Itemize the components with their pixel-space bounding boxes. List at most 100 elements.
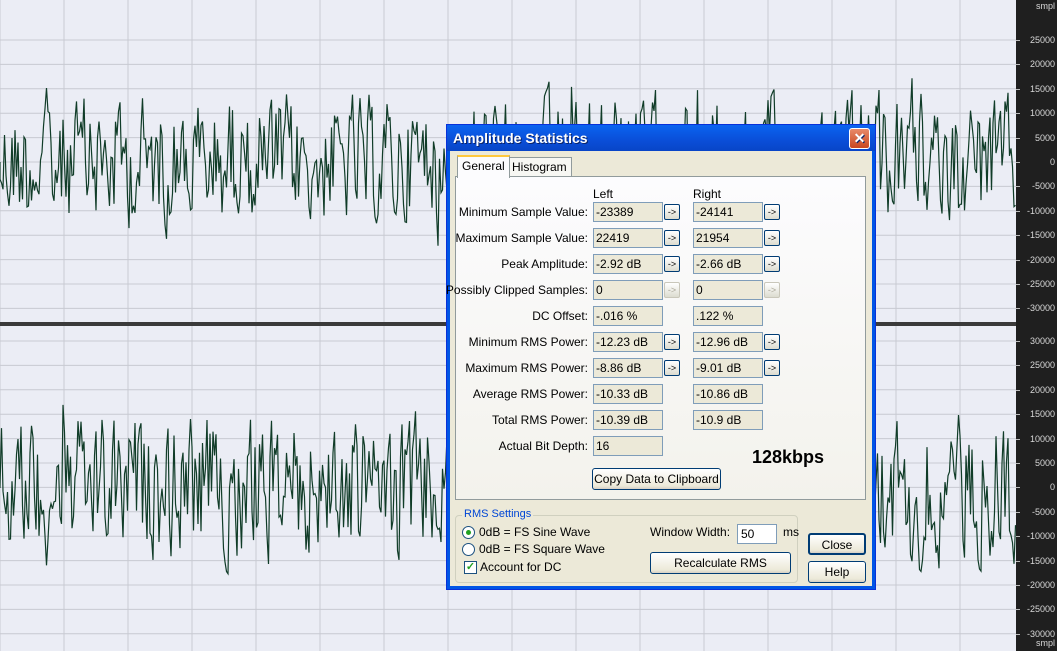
square-wave-label[interactable]: 0dB = FS Square Wave <box>479 542 605 556</box>
ruler-unit-top: smpl <box>1035 1 1055 11</box>
stat-value-right: -24141 <box>693 202 763 222</box>
stat-value-right: -9.01 dB <box>693 358 763 378</box>
ruler-bottom-tick-mark <box>1016 609 1020 611</box>
ruler-bottom-tick-label: 15000 <box>1029 409 1055 420</box>
go-to-sample-button[interactable]: -> <box>764 230 780 246</box>
stat-row-label: Possibly Clipped Samples: <box>445 283 588 297</box>
ruler-top-tick-label: -15000 <box>1026 230 1055 241</box>
stat-value-left: 22419 <box>593 228 663 248</box>
ruler-top-tick-mark <box>1016 137 1020 139</box>
stat-row-label: Maximum RMS Power: <box>465 361 588 375</box>
go-to-sample-button[interactable]: -> <box>764 360 780 376</box>
stat-value-right: -2.66 dB <box>693 254 763 274</box>
ruler-bottom-tick-label: -15000 <box>1026 555 1055 566</box>
recalculate-rms-button[interactable]: Recalculate RMS <box>650 552 791 574</box>
ruler-top-tick-mark <box>1016 210 1020 212</box>
ruler-top-tick-label: -30000 <box>1026 303 1055 314</box>
stat-value-right: -12.96 dB <box>693 332 763 352</box>
bitrate-label: 128kbps <box>752 447 825 467</box>
ruler-bottom-tick-mark <box>1016 585 1020 586</box>
column-header-right: Right <box>693 187 722 201</box>
ruler-bottom-tick-label: 30000 <box>1029 336 1055 346</box>
ruler-bottom-tick-label: 0 <box>1049 482 1055 493</box>
close-button[interactable]: Close <box>808 533 866 555</box>
go-to-sample-button[interactable]: -> <box>664 360 680 376</box>
ruler-bottom-tick-mark <box>1016 536 1020 538</box>
go-to-sample-button[interactable]: -> <box>764 256 780 272</box>
ruler-bottom-tick-mark <box>1016 414 1020 416</box>
ruler-top-tick-label: -5000 <box>1031 181 1055 192</box>
sine-wave-label[interactable]: 0dB = FS Sine Wave <box>479 525 590 539</box>
ruler-top-tick-label: -10000 <box>1026 205 1055 216</box>
stat-row-label: Maximum Sample Value: <box>455 231 589 245</box>
window-width-label: Window Width: <box>650 525 731 539</box>
ruler-top-tick-mark <box>1016 40 1020 41</box>
ruler-top-tick-mark <box>1016 308 1020 310</box>
go-to-sample-button[interactable]: -> <box>664 256 680 272</box>
ruler-top-tick-label: 20000 <box>1029 59 1055 70</box>
stat-value-left: -23389 <box>593 202 663 222</box>
go-to-sample-button[interactable]: -> <box>664 282 680 298</box>
ruler-bottom-tick-label: -10000 <box>1026 531 1055 542</box>
stat-value-right: -10.9 dB <box>693 410 763 430</box>
rms-settings-group: RMS Settings 0dB = FS Sine Wave 0dB = FS… <box>455 508 799 583</box>
ruler-top-tick-mark <box>1016 284 1020 285</box>
stat-value-left: -12.23 dB <box>593 332 663 352</box>
ruler-bottom-tick-mark <box>1016 341 1020 342</box>
stat-value-right: 21954 <box>693 228 763 248</box>
ruler-bottom-tick-label: -20000 <box>1026 580 1055 590</box>
go-to-sample-button[interactable]: -> <box>664 204 680 220</box>
go-to-sample-button[interactable]: -> <box>664 334 680 350</box>
copy-to-clipboard-button[interactable]: Copy Data to Clipboard <box>592 468 721 490</box>
stat-value-right: -10.86 dB <box>693 384 763 404</box>
stat-value-right: .122 % <box>693 306 763 326</box>
ruler-top-tick-label: 5000 <box>1034 132 1055 143</box>
ruler-top-tick-label: 10000 <box>1029 108 1055 119</box>
ruler-top-tick-label: 15000 <box>1029 83 1055 94</box>
help-button[interactable]: Help <box>808 561 866 583</box>
ruler-top-tick-mark <box>1016 64 1020 66</box>
go-to-sample-button[interactable]: -> <box>664 230 680 246</box>
sine-wave-radio[interactable] <box>462 526 475 539</box>
ruler-bottom-tick-label: 25000 <box>1029 360 1055 371</box>
tab-general[interactable]: General <box>457 155 510 178</box>
ruler-bottom-tick-mark <box>1016 438 1020 440</box>
window-width-unit: ms <box>783 525 799 539</box>
stat-row-label: Actual Bit Depth: <box>498 439 588 453</box>
stat-value-left: -.016 % <box>593 306 663 326</box>
ruler-bottom-tick-mark <box>1016 463 1020 464</box>
ruler-top-tick-label: -20000 <box>1026 254 1055 265</box>
stat-value-left: -10.39 dB <box>593 410 663 430</box>
ruler-top-tick-label: 25000 <box>1029 35 1055 45</box>
stat-row-label: Peak Amplitude: <box>501 257 588 271</box>
go-to-sample-button[interactable]: -> <box>764 282 780 298</box>
go-to-sample-button[interactable]: -> <box>764 204 780 220</box>
ruler-unit-bottom: smpl <box>1035 638 1055 648</box>
stat-row-label: DC Offset: <box>532 309 588 323</box>
ruler-top-tick-mark <box>1016 88 1020 90</box>
account-dc-checkbox[interactable]: ✓ <box>464 561 477 574</box>
stat-row-label: Average RMS Power: <box>472 387 588 401</box>
ruler-bottom-tick-mark <box>1016 389 1020 391</box>
close-icon[interactable]: ✕ <box>849 128 870 149</box>
ruler-bottom-tick-label: 5000 <box>1034 458 1055 468</box>
ruler-bottom-tick-label: 10000 <box>1029 433 1055 444</box>
ruler-bottom-tick-mark <box>1016 365 1020 367</box>
dialog-titlebar[interactable]: Amplitude Statistics ✕ <box>447 125 875 151</box>
ruler-bottom-tick-mark <box>1016 633 1020 635</box>
tab-histogram[interactable]: Histogram <box>507 157 572 177</box>
ruler-top-tick-mark <box>1016 259 1020 261</box>
square-wave-radio[interactable] <box>462 543 475 556</box>
ruler-bottom-tick-mark <box>1016 487 1020 489</box>
window-width-input[interactable]: 50 <box>737 524 777 544</box>
account-dc-label[interactable]: Account for DC <box>480 560 561 574</box>
ruler-bottom-tick-label: 20000 <box>1029 384 1055 395</box>
stat-value-left: 0 <box>593 280 663 300</box>
ruler-top-tick-mark <box>1016 235 1020 237</box>
stat-row-label: Minimum RMS Power: <box>468 335 588 349</box>
column-header-left: Left <box>593 187 614 201</box>
ruler-top-tick-mark <box>1016 162 1020 163</box>
go-to-sample-button[interactable]: -> <box>764 334 780 350</box>
amplitude-statistics-dialog: Amplitude Statistics ✕ General Histogram… <box>446 124 876 590</box>
stat-value-left: -10.33 dB <box>593 384 663 404</box>
